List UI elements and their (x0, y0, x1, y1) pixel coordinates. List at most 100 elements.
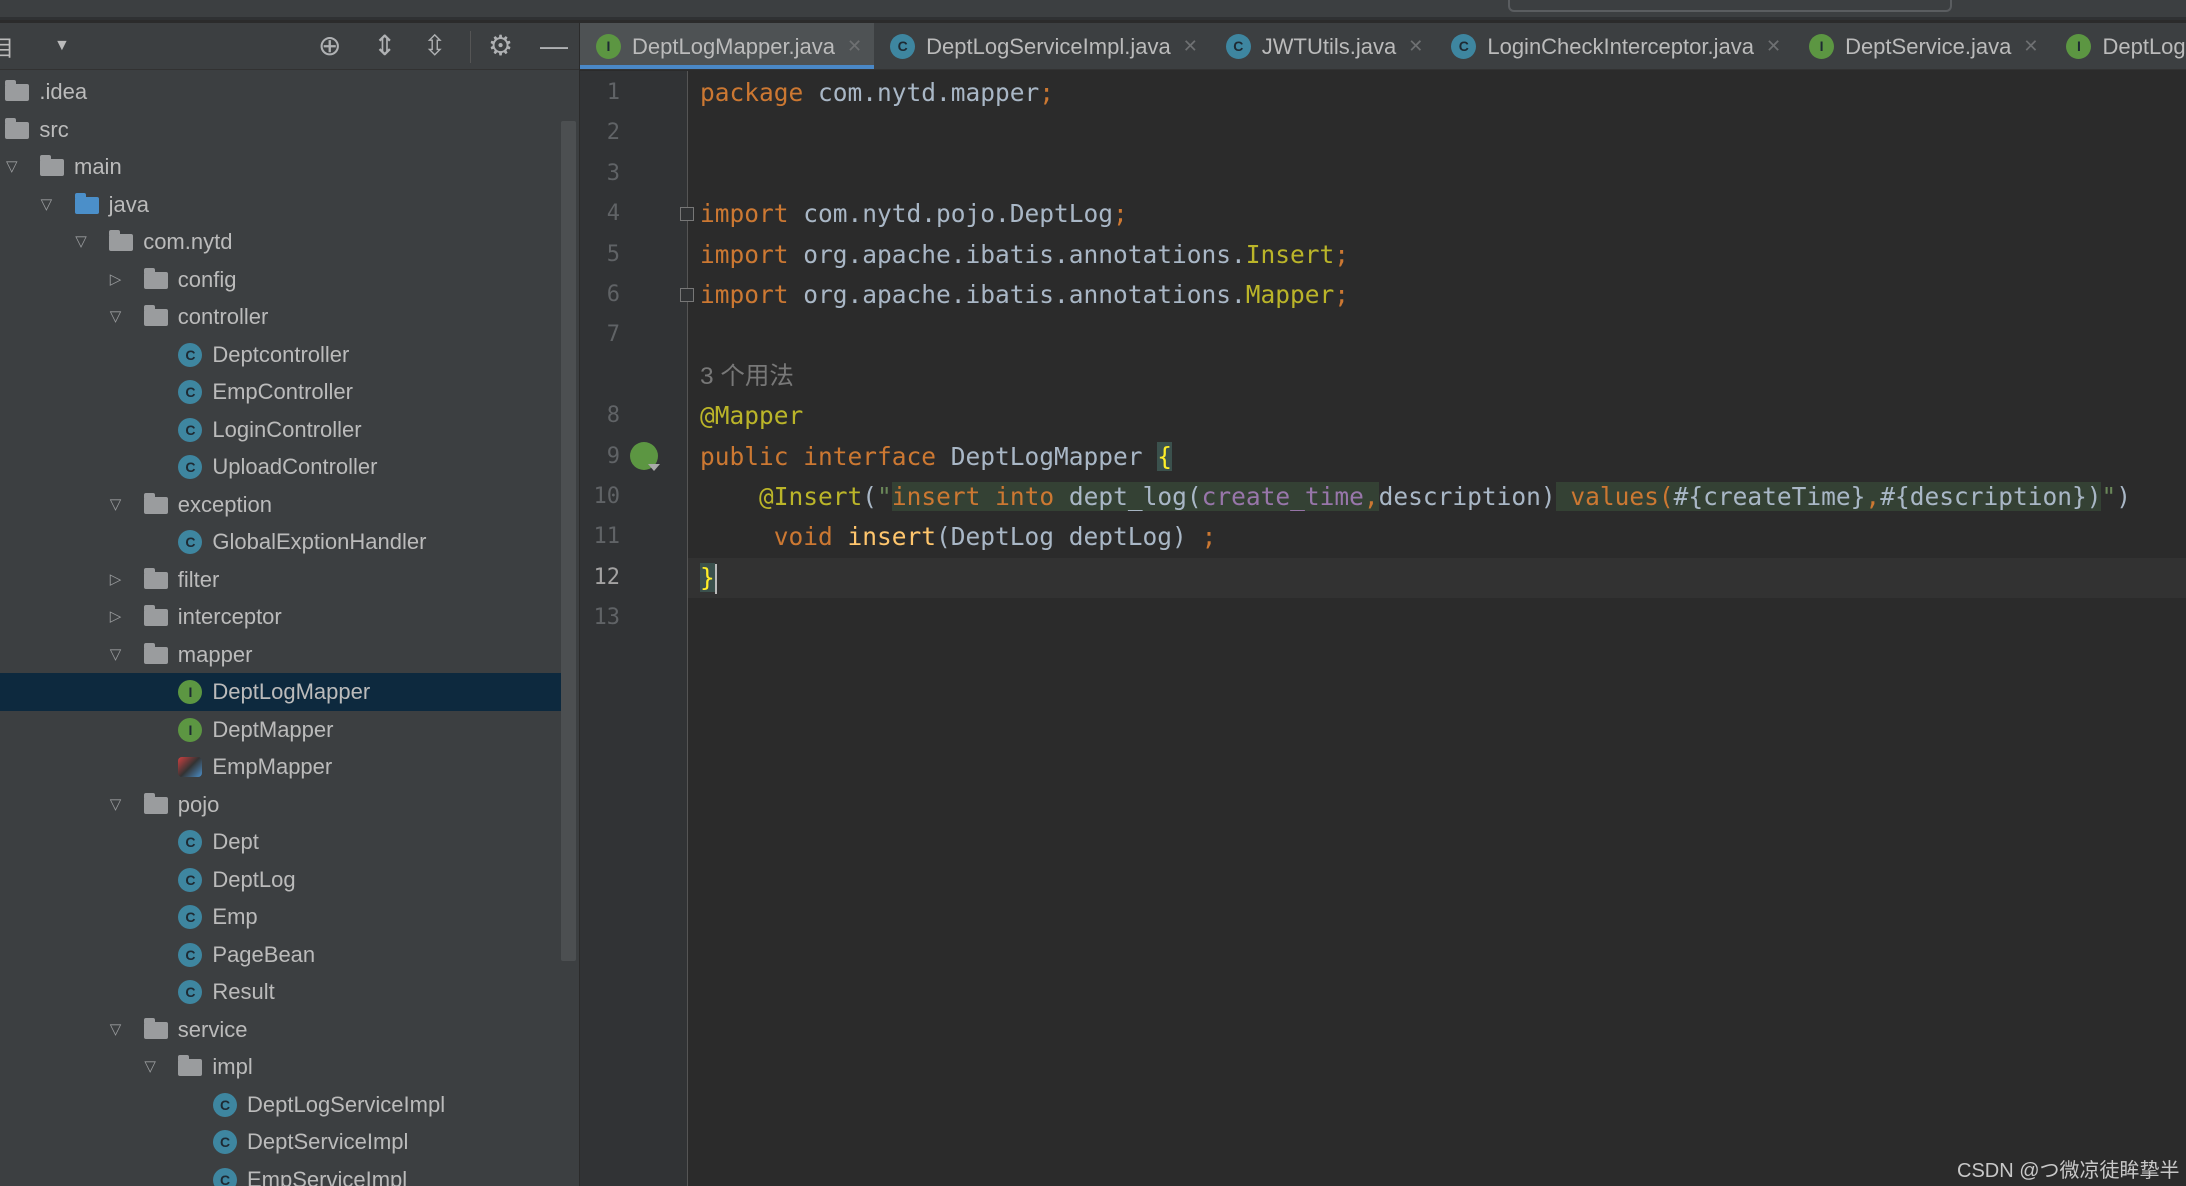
tree-item[interactable]: C EmpController (0, 373, 565, 411)
tree-item[interactable]: I DeptLogMapper (0, 673, 565, 711)
tree-item[interactable]: C EmpServiceImpl (0, 1161, 565, 1186)
tree-item[interactable]: ▷ config (0, 261, 565, 299)
tree-item[interactable]: C Emp (0, 898, 565, 936)
line-number: 6 (606, 282, 620, 307)
tree-item[interactable]: C Result (0, 973, 565, 1011)
chevron-down-icon[interactable]: ▽ (110, 486, 122, 524)
tree-item[interactable]: C Deptcontroller (0, 336, 565, 374)
tree-item[interactable]: ▽ com.nytd (0, 223, 565, 261)
code-token: ) (2116, 482, 2131, 511)
editor-tab[interactable]: C DeptLogServiceImpl.java ✕ (874, 23, 1210, 69)
tree-item-label: EmpServiceImpl (247, 1166, 408, 1186)
code-token: ; (1334, 239, 1350, 269)
tree-item[interactable]: C LoginController (0, 411, 565, 449)
tree-item[interactable]: I DeptMapper (0, 711, 565, 749)
chevron-down-icon[interactable]: ▽ (110, 786, 122, 824)
code-line: import org.apache.ibatis.annotations.Ins… (688, 235, 2186, 275)
code-token: com.nytd.mapper (818, 78, 1040, 107)
folder-icon (143, 1017, 168, 1039)
editor-tab[interactable]: IDeptLogService.java✕ (2050, 23, 2186, 69)
collapse-all-icon[interactable]: ⇳ (423, 29, 446, 63)
class-icon: C (178, 867, 203, 892)
tree-item[interactable]: C DeptLog (0, 861, 565, 899)
tree-item[interactable]: C Dept (0, 823, 565, 861)
minimize-icon[interactable]: — (540, 29, 568, 63)
chevron-right-icon[interactable]: ▷ (110, 261, 122, 299)
close-icon[interactable]: ✕ (1183, 36, 1198, 57)
locate-icon[interactable]: ⊕ (318, 29, 341, 63)
close-icon[interactable]: ✕ (1766, 36, 1781, 57)
tree-item[interactable]: ▽ exception (0, 486, 565, 524)
view-dropdown-icon[interactable]: ▼ (54, 37, 70, 55)
tree-item-label: pojo (177, 791, 220, 817)
tree-item[interactable]: ▽ impl (0, 1048, 565, 1086)
project-toolbar: 目 ▼ ⊕ ⇕ ⇳ ⚙ — (0, 23, 579, 70)
tree-item[interactable]: C GlobalExptionHandler (0, 523, 565, 561)
tree-item-label: PageBean (212, 941, 316, 967)
mapper-file-icon (178, 757, 203, 777)
close-icon[interactable]: ✕ (2023, 36, 2038, 57)
code-token: #{description}) (1880, 482, 2102, 511)
line-number: 7 (606, 322, 620, 348)
editor-tab[interactable]: C JWTUtils.java ✕ (1210, 23, 1436, 69)
chevron-right-icon[interactable]: ▷ (110, 561, 122, 599)
tree-item[interactable]: ▽ service (0, 1011, 565, 1049)
tree-item[interactable]: C UploadController (0, 448, 565, 486)
tree-scrollbar[interactable] (561, 121, 576, 961)
tree-item[interactable]: EmpMapper (0, 748, 565, 786)
tree-item[interactable]: ▽ java (0, 186, 565, 224)
code-line: @Insert("insert into dept_log(create_tim… (688, 477, 2186, 517)
project-title[interactable]: 目 (0, 31, 14, 63)
close-icon[interactable]: ✕ (847, 36, 862, 57)
class-icon: C (178, 830, 203, 854)
gear-icon[interactable]: ⚙ (488, 29, 513, 63)
line-number: 10 (593, 484, 621, 509)
tree-item[interactable]: ▷ filter (0, 561, 565, 599)
code-line: } (688, 557, 2186, 599)
folder-icon (143, 567, 168, 589)
code-editor[interactable]: package com.nytd.mapper; import com.nytd.… (688, 71, 2186, 1186)
tab-label: LoginCheckInterceptor.java (1487, 33, 1754, 59)
chevron-down-icon[interactable]: ▽ (110, 1011, 122, 1049)
tree-item[interactable]: ▽ pojo (0, 786, 565, 824)
chevron-down-icon[interactable]: ▽ (75, 223, 87, 261)
editor-tabs: I DeptLogMapper.java ✕ C DeptLogServiceImpl.… (580, 23, 2186, 70)
close-icon[interactable]: ✕ (1408, 36, 1423, 57)
chevron-down-icon[interactable]: ▽ (110, 636, 122, 674)
expand-all-icon[interactable]: ⇕ (373, 29, 396, 63)
line-number (580, 356, 620, 396)
code-line: 3 个用法 (688, 356, 2186, 396)
tree-item[interactable]: C DeptServiceImpl (0, 1123, 565, 1161)
class-icon: C (1451, 34, 1477, 59)
fold-marker-icon[interactable] (680, 207, 694, 222)
tree-item[interactable]: ▽ mapper (0, 636, 565, 674)
tree-item[interactable]: .idea (0, 73, 565, 111)
chevron-down-icon[interactable]: ▽ (6, 148, 18, 186)
tree-item[interactable]: src (0, 111, 565, 149)
code-token: interface (803, 441, 951, 471)
editor-tab[interactable]: I DeptService.java ✕ (1793, 23, 2050, 69)
tree-item[interactable]: ▽ controller (0, 298, 565, 336)
search-field[interactable] (1508, 0, 1952, 12)
tree-item-label: Dept (212, 829, 259, 854)
chevron-down-icon[interactable]: ▽ (41, 186, 53, 224)
fold-marker-icon[interactable] (680, 288, 694, 302)
folder-icon (109, 230, 134, 251)
code-token: dept_log( (1068, 482, 1202, 511)
tree-item[interactable]: ▷ interceptor (0, 598, 565, 636)
tree-item[interactable]: C DeptLogServiceImpl (0, 1086, 565, 1124)
editor-tab[interactable]: I DeptLogMapper.java ✕ (580, 23, 875, 69)
mybatis-bean-icon[interactable] (630, 442, 660, 471)
tree-item[interactable]: ▽ main (0, 148, 565, 186)
editor-tab[interactable]: C LoginCheckInterceptor.java ✕ (1435, 23, 1793, 69)
tree-item[interactable]: C PageBean (0, 936, 565, 974)
code-token: @Mapper (700, 401, 804, 431)
tree-item-label: DeptServiceImpl (247, 1129, 409, 1154)
code-line: @Mapper (688, 396, 2186, 436)
chevron-right-icon[interactable]: ▷ (110, 598, 122, 636)
chevron-down-icon[interactable]: ▽ (144, 1048, 156, 1086)
chevron-down-icon[interactable]: ▽ (110, 298, 122, 336)
code-token: ; (1334, 280, 1350, 309)
tree-item-label: mapper (177, 641, 253, 667)
